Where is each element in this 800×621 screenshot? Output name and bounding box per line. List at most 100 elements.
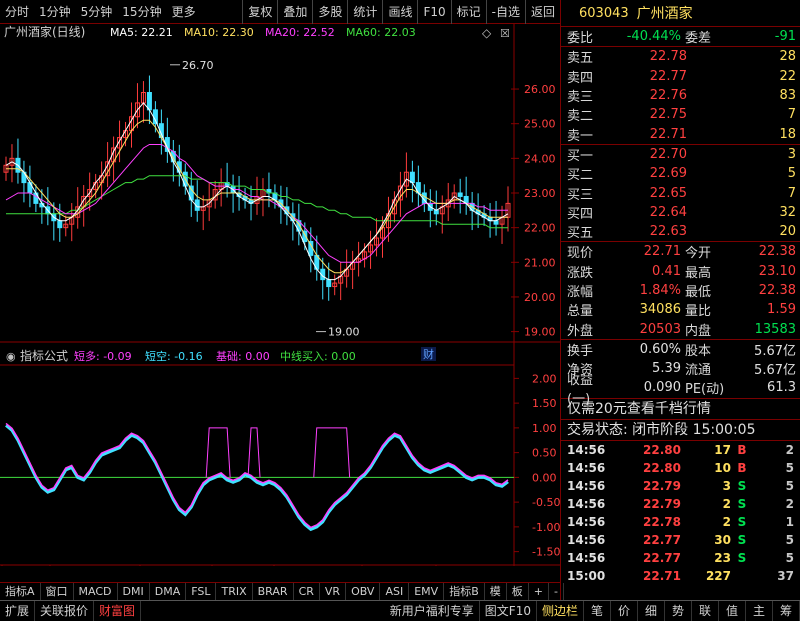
indicator-tick-label: -1.00 bbox=[532, 521, 560, 534]
toolbar-tab-1[interactable]: 1分钟 bbox=[34, 0, 76, 24]
base-spike bbox=[247, 427, 261, 478]
candle-body bbox=[409, 171, 415, 184]
tick-price: 22.80 bbox=[643, 460, 681, 475]
indicator-tick-label: 1.50 bbox=[532, 397, 557, 410]
toolbar-tab-4[interactable]: 更多 bbox=[167, 0, 201, 24]
toolbar-tab-0[interactable]: 分时 bbox=[0, 0, 34, 24]
sell-price: 22.75 bbox=[649, 107, 687, 123]
indicator-menu-icon[interactable]: ◉ bbox=[6, 350, 16, 363]
fund-row: 收益(一) 0.090 PE(动) 61.3 bbox=[561, 373, 800, 407]
buy-price: 22.65 bbox=[649, 185, 687, 201]
toolbar-action-2[interactable]: 多股 bbox=[312, 0, 347, 24]
status-icon-6[interactable]: 主 bbox=[746, 600, 773, 621]
indicator-tab-7[interactable]: BRAR bbox=[253, 582, 294, 601]
status-icon-7[interactable]: 筹 bbox=[773, 600, 800, 621]
status-left-2[interactable]: 财富图 bbox=[94, 600, 142, 621]
ma-legend-2: MA20: 22.52 bbox=[265, 26, 335, 39]
indicator-tab-2[interactable]: MACD bbox=[74, 582, 118, 601]
short-multi-line bbox=[5, 422, 509, 529]
chart-area[interactable]: 广州酒家(日线) MA5: 22.21 MA10: 22.30 MA20: 22.5… bbox=[0, 24, 560, 582]
buy-label: 买四 bbox=[567, 206, 594, 222]
tick-time: 14:56 bbox=[567, 442, 606, 457]
indicator-tab-5[interactable]: FSL bbox=[186, 582, 217, 601]
status-icon-0[interactable]: 笔 bbox=[584, 600, 611, 621]
status-right: 新用户福利专享 图文F10 侧边栏笔价细势联值主筹 bbox=[385, 600, 800, 621]
candlesticks bbox=[3, 75, 511, 301]
indicator-tick-label: -1.50 bbox=[532, 546, 560, 559]
buy-row: 买一 22.70 3 bbox=[561, 145, 800, 164]
tick-volume: 3 bbox=[722, 478, 731, 493]
status-left: 扩展 关联报价 财富图 bbox=[0, 600, 142, 621]
status-icon-4[interactable]: 联 bbox=[692, 600, 719, 621]
indicator-tab-3[interactable]: DMI bbox=[118, 582, 150, 601]
diamond-icon[interactable]: ◇ bbox=[482, 26, 492, 40]
chart-title: 广州酒家(日线) bbox=[4, 24, 85, 39]
stat-value: 22.38 bbox=[758, 283, 796, 298]
ma-legend-0: MA5: 22.21 bbox=[110, 26, 173, 39]
stat-row: 总量 34086 量比 1.59 bbox=[561, 300, 800, 319]
fund-value: 5.67亿 bbox=[754, 343, 796, 359]
toolbar-action-3[interactable]: 统计 bbox=[347, 0, 382, 24]
tick-row: 14:56 22.80 17 B 2 bbox=[561, 441, 800, 459]
toolbar-action-5[interactable]: F10 bbox=[417, 0, 450, 24]
status-left-1[interactable]: 关联报价 bbox=[35, 600, 95, 621]
indicator-tab-9[interactable]: VR bbox=[320, 582, 347, 601]
sell-row: 卖五 22.78 28 bbox=[561, 47, 800, 66]
indicator-tab-16[interactable]: + bbox=[529, 582, 549, 601]
buy-label: 买二 bbox=[567, 168, 594, 184]
kline-chart[interactable]: 广州酒家(日线) MA5: 22.21 MA10: 22.30 MA20: 22.5… bbox=[0, 24, 560, 582]
status-icon-1[interactable]: 价 bbox=[611, 600, 638, 621]
close-icon[interactable]: ☒ bbox=[500, 27, 510, 40]
tick-flag: S bbox=[737, 532, 747, 547]
indicator-tab-14[interactable]: 模 bbox=[485, 582, 507, 601]
indicator-tab-6[interactable]: TRIX bbox=[216, 582, 253, 601]
indicator-tab-10[interactable]: OBV bbox=[346, 582, 381, 601]
buy-price: 22.64 bbox=[649, 204, 687, 220]
indicator-tab-11[interactable]: ASI bbox=[380, 582, 410, 601]
buy-label: 买一 bbox=[567, 148, 594, 164]
indicator-tab-13[interactable]: 指标B bbox=[444, 582, 485, 601]
weibi-row: 委比 -40.44% 委差 -91 bbox=[561, 27, 800, 48]
price-axis: 26.00 25.00 24.00 23.00 22.00 21.00 20.00 19.00 bbox=[511, 83, 556, 339]
sell-volume: 7 bbox=[787, 107, 796, 123]
indicator-tab-1[interactable]: 窗口 bbox=[41, 582, 74, 601]
toolbar-action-7[interactable]: -自选 bbox=[485, 0, 525, 24]
indicator-tick-label: 0.50 bbox=[532, 447, 557, 460]
status-icon-2[interactable]: 细 bbox=[638, 600, 665, 621]
indicator-tick-label: -0.50 bbox=[532, 496, 560, 509]
stat-label: 内盘 bbox=[685, 323, 712, 339]
candle-body bbox=[57, 220, 63, 229]
stat-label: 涨幅 bbox=[567, 285, 594, 300]
toolbar-tab-2[interactable]: 5分钟 bbox=[76, 0, 118, 24]
buy-volume: 5 bbox=[787, 166, 796, 182]
status-icon-5[interactable]: 值 bbox=[719, 600, 746, 621]
sell-volume: 83 bbox=[779, 88, 796, 104]
toolbar-action-1[interactable]: 叠加 bbox=[277, 0, 312, 24]
indicator-tab-4[interactable]: DMA bbox=[150, 582, 187, 601]
quote-stats: 现价 22.71 今开 22.38 涨跌 0.41 最高 23.10 涨幅 1.84% 最低 22.3… bbox=[561, 242, 800, 340]
toolbar-action-8[interactable]: 返回 bbox=[524, 0, 560, 24]
buy-label: 买五 bbox=[567, 226, 594, 242]
tick-count: 1 bbox=[785, 514, 794, 529]
sell-label: 卖五 bbox=[567, 51, 594, 67]
promo-link[interactable]: 仅需20元查看千档行情 bbox=[561, 399, 800, 420]
tick-count: 2 bbox=[785, 442, 794, 457]
status-right-1[interactable]: 图文F10 bbox=[480, 600, 537, 621]
indicator-tab-12[interactable]: EMV bbox=[409, 582, 445, 601]
status-right-0[interactable]: 新用户福利专享 bbox=[385, 600, 480, 621]
indicator-tab-15[interactable]: 板 bbox=[507, 582, 529, 601]
toolbar-action-4[interactable]: 画线 bbox=[382, 0, 417, 24]
status-right-2[interactable]: 侧边栏 bbox=[537, 600, 584, 621]
tick-price: 22.77 bbox=[643, 550, 681, 565]
indicator-tab-0[interactable]: 指标A bbox=[0, 582, 41, 601]
indicator-tab-8[interactable]: CR bbox=[294, 582, 320, 601]
finance-marker[interactable]: 财 bbox=[423, 347, 434, 361]
toolbar-tab-3[interactable]: 15分钟 bbox=[117, 0, 166, 24]
stat-value: 0.41 bbox=[652, 263, 681, 279]
toolbar-action-6[interactable]: 标记 bbox=[450, 0, 486, 24]
fund-value: 0.60% bbox=[639, 341, 681, 357]
toolbar-action-0[interactable]: 复权 bbox=[242, 0, 277, 24]
status-left-0[interactable]: 扩展 bbox=[0, 600, 36, 621]
status-icon-3[interactable]: 势 bbox=[665, 600, 692, 621]
tick-flag: S bbox=[737, 514, 747, 529]
